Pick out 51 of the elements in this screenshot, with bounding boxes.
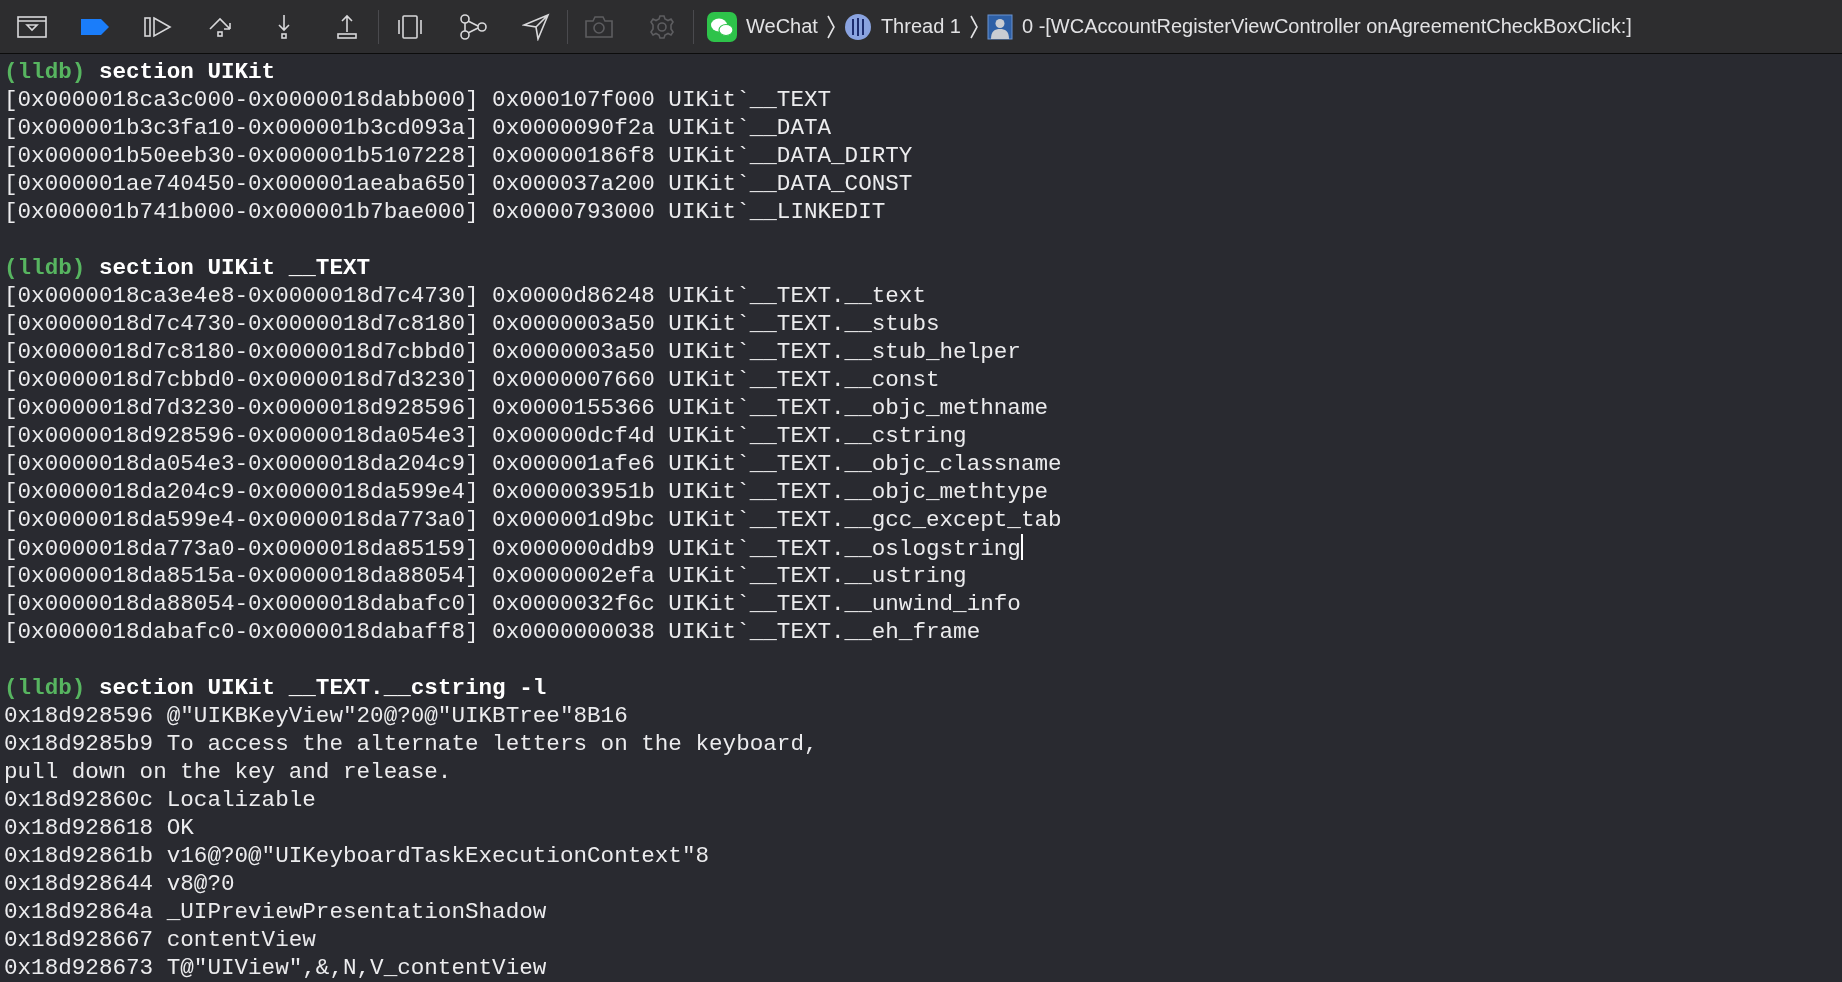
paper-plane-icon [522, 12, 550, 41]
output-line: [0x0000018ca3e4e8-0x0000018d7c4730] 0x0000d86248 UIKit`__TEXT.__text [4, 283, 926, 309]
output-line: 0x18d92861b v16@?0@"UIKeyboardTaskExecutionContext"8 [4, 843, 710, 869]
output-line: [0x0000018da8515a-0x0000018da88054] 0x0000002efa UIKit`__TEXT.__ustring [4, 563, 967, 589]
output-line: [0x0000018ca3c000-0x0000018dabb000] 0x000107f000 UIKit`__TEXT [4, 87, 832, 113]
output-line: [0x000001b741b000-0x000001b7bae000] 0x0000793000 UIKit`__LINKEDIT [4, 199, 886, 225]
app-jump-item[interactable]: WeChat [707, 11, 818, 42]
prompt-label: (lldb) [4, 675, 86, 701]
graph-icon [458, 12, 488, 41]
frame-jump-item[interactable]: 0 -[WCAccountRegisterViewController onAgreementCheckBoxClick:] [986, 13, 1632, 40]
output-line: 0x18d928618 OK [4, 815, 194, 841]
output-line: [0x000001b3c3fa10-0x000001b3cd093a] 0x0000090f2a UIKit`__DATA [4, 115, 832, 141]
output-line: [0x0000018d7c8180-0x0000018d7cbbd0] 0x0000003a50 UIKit`__TEXT.__stub_helper [4, 339, 1021, 365]
output-line: [0x0000018da599e4-0x0000018da773a0] 0x000001d9bc UIKit`__TEXT.__gcc_except_tab [4, 507, 1062, 533]
prompt-label: (lldb) [4, 255, 86, 281]
output-line: 0x18d92864a _UIPreviewPresentationShadow [4, 899, 547, 925]
output-line: pull down on the key and release. [4, 759, 452, 785]
output-line: [0x0000018d928596-0x0000018da054e3] 0x00000dcf4d UIKit`__TEXT.__cstring [4, 423, 967, 449]
command-text: section UIKit [98, 59, 276, 85]
chevron-icon [968, 14, 979, 39]
output-line: [0x0000018d7d3230-0x0000018d928596] 0x0000155366 UIKit`__TEXT.__objc_methname [4, 395, 1048, 421]
output-line: [0x0000018da204c9-0x0000018da599e4] 0x000003951b UIKit`__TEXT.__objc_methtype [4, 479, 1048, 505]
breakpoint-icon [80, 16, 110, 37]
output-line: 0x18d928667 contentView [4, 927, 316, 953]
command-text: section UIKit __TEXT [98, 255, 371, 281]
output-line: [0x0000018d7c4730-0x0000018d7c8180] 0x0000003a50 UIKit`__TEXT.__stubs [4, 311, 940, 337]
gear-icon [649, 13, 675, 40]
output-line: 0x18d928596 @"UIKBKeyView"20@?0@"UIKBTree"8B16 [4, 703, 628, 729]
user-icon [986, 13, 1013, 40]
command-text: section UIKit __TEXT.__cstring -l [98, 675, 547, 701]
thread-jump-item[interactable]: Thread 1 [843, 12, 961, 41]
layers-icon [397, 13, 423, 40]
output-line: [0x000001b50eeb30-0x000001b5107228] 0x00000186f8 UIKit`__DATA_DIRTY [4, 143, 913, 169]
tray-icon [17, 14, 47, 39]
prompt-label: (lldb) [4, 59, 86, 85]
thread-icon [843, 12, 872, 41]
output-line: 0x18d92860c Localizable [4, 787, 316, 813]
output-line: [0x0000018da773a0-0x0000018da85159] 0x000000ddb9 UIKit`__TEXT.__oslogstring [4, 536, 1021, 562]
output-line: 0x18d928673 T@"UIView",&,N,V_contentView [4, 955, 547, 981]
output-line: [0x0000018da88054-0x0000018dabafc0] 0x0000032f6c UIKit`__TEXT.__unwind_info [4, 591, 1021, 617]
output-line: 0x18d9285b9 To access the alternate letters on the keyboard, [4, 731, 818, 757]
step-out-icon [336, 13, 358, 40]
continue-icon [143, 14, 173, 39]
output-line: [0x0000018d7cbbd0-0x0000018d7d3230] 0x0000007660 UIKit`__TEXT.__const [4, 367, 940, 393]
output-line: [0x000001ae740450-0x000001aeaba650] 0x000037a200 UIKit`__DATA_CONST [4, 171, 913, 197]
output-line: 0x18d928644 v8@?0 [4, 871, 235, 897]
app-icon [707, 11, 737, 42]
output-line: [0x0000018da054e3-0x0000018da204c9] 0x000001afe6 UIKit`__TEXT.__objc_classname [4, 451, 1062, 477]
output-line: [0x0000018dabafc0-0x0000018dabaff8] 0x0000000038 UIKit`__TEXT.__eh_frame [4, 619, 981, 645]
camera-icon [584, 14, 614, 39]
chevron-icon [825, 14, 836, 39]
